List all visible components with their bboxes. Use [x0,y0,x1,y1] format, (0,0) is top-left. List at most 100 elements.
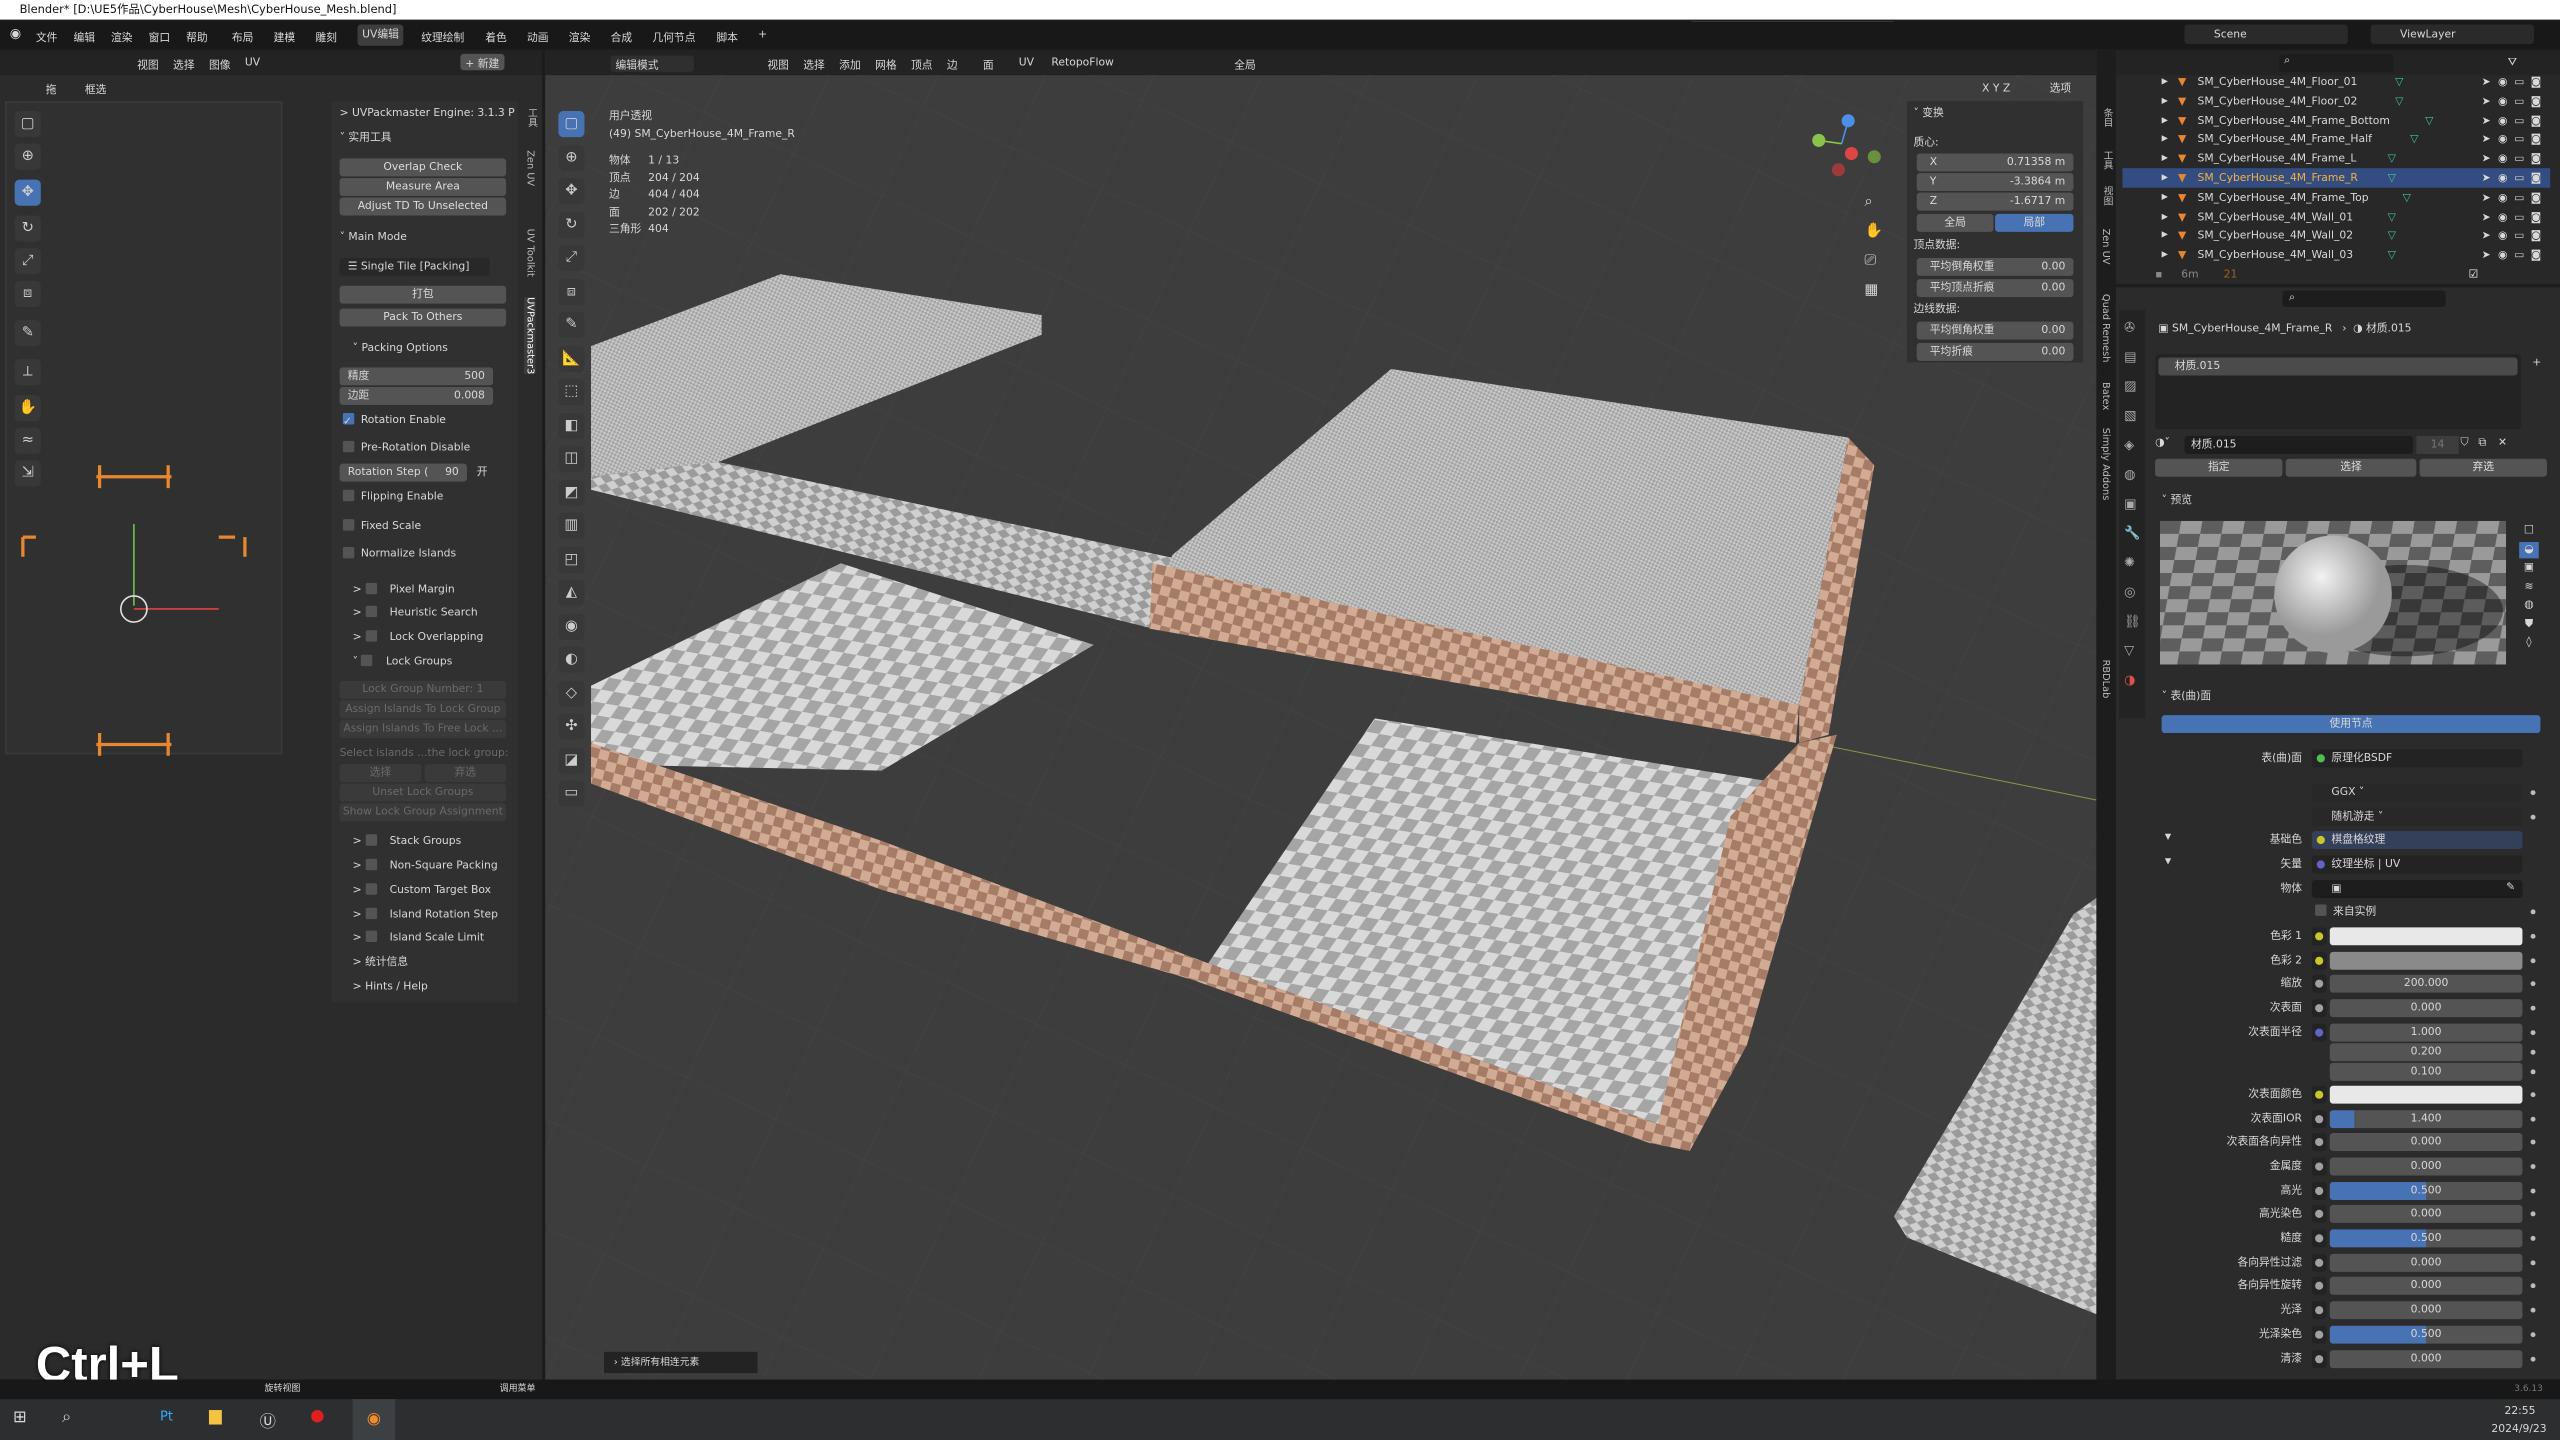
outliner-search[interactable]: ⌕ [2279,53,2394,72]
monitor-icon[interactable]: ▭ [2514,149,2524,169]
outliner-item-name[interactable]: SM_CyberHouse_4M_Floor_02 [2198,91,2358,111]
socket-dot-icon[interactable] [2315,1162,2324,1171]
mesh-data-icon[interactable]: ▽ [2395,72,2403,92]
heuristic-search-section[interactable]: > Heuristic Search [353,604,478,622]
prop-field-16[interactable]: 0.000 [2329,1301,2523,1320]
keyframe-dot-1[interactable] [2530,957,2536,963]
keyframe-dot-8[interactable] [2530,1115,2536,1121]
viewport-tool-6-icon[interactable]: ✎ [558,311,585,338]
outliner-item[interactable]: ▶ ▼ SM_CyberHouse_4M_Floor_02 ▽ ➤ ◉ ▭ ◙ [2122,91,2550,111]
filter-icon[interactable]: ⛛ [2508,56,2517,71]
lock-groups-section-toggle[interactable] [361,654,373,667]
viewport-tab-simply-addons[interactable]: Simply Addons [2100,428,2111,501]
prop-field-12[interactable]: 0.000 [2329,1205,2523,1224]
viewport-tool-4-icon[interactable]: ⤢ [558,244,585,272]
select-arrow-icon[interactable]: ➤ [2482,207,2491,227]
file-explorer-icon[interactable]: ▆ [209,1407,222,1425]
from-instancer-checkbox[interactable]: 来自实例 [2315,903,2376,921]
hints-section[interactable]: > Hints / Help [353,978,428,996]
monitor-icon[interactable]: ▭ [2514,207,2524,227]
outliner-item-name[interactable]: SM_CyberHouse_4M_Frame_L [2198,149,2357,169]
viewport-tool-19-icon[interactable]: ◪ [558,746,585,774]
select-button[interactable]: 选择 [2285,458,2417,477]
prop-field-17[interactable]: 0.500 [2329,1325,2523,1344]
camera-icon[interactable]: ◙ [2531,110,2541,130]
expand-arrow-icon[interactable]: ▶ [2162,245,2168,265]
sphere-preview-icon[interactable]: ◒ [2519,541,2539,558]
cursor-icon[interactable]: ⊕ [14,143,41,170]
camera-icon[interactable]: ◙ [2531,149,2541,169]
engine-header[interactable]: > UVPackmaster Engine: 3.1.3 P [340,104,515,122]
select-arrow-icon[interactable]: ➤ [2482,110,2491,130]
flipping-checkbox[interactable]: Flipping Enable [342,488,443,506]
viewport-tab-item[interactable]: 条目 [2100,108,2115,128]
outliner-item-name[interactable]: SM_CyberHouse_4M_Floor_01 [2198,72,2358,92]
fixed-scale-checkbox[interactable]: Fixed Scale [342,518,421,536]
viewport-menu-2[interactable]: 添加 [839,56,861,72]
mesh-data-icon[interactable]: ▽ [2388,245,2396,265]
margin-field[interactable]: 边距 0.008 [339,386,494,405]
non-square-section-toggle[interactable] [365,858,377,871]
expand-arrow-icon[interactable]: ▶ [2162,130,2168,150]
select-arrow-icon[interactable]: ➤ [2482,226,2491,246]
camera-icon[interactable]: ◙ [2531,130,2541,150]
socket-dot-icon[interactable] [2315,1090,2324,1099]
prop-field-14[interactable]: 0.000 [2329,1253,2523,1272]
stats-section[interactable]: > 统计信息 [353,953,409,971]
material-slot[interactable]: 材质.015 [2158,357,2518,376]
rip-icon[interactable]: ⟂ [14,359,41,386]
camera-view-icon[interactable]: ⎚ [1864,253,1876,269]
outliner-item-name[interactable]: SM_CyberHouse_4M_Frame_R [2198,168,2358,188]
socket-dot-icon[interactable] [2315,1330,2324,1339]
socket-dot-icon[interactable] [2315,932,2324,941]
socket-12[interactable] [2311,1205,2327,1224]
windows-start-icon[interactable]: ⊞ [13,1409,27,1427]
collection-checkbox[interactable]: ☑ [2469,264,2479,284]
prop-field-11[interactable]: 0.500 [2329,1181,2523,1200]
pre-rotation-box[interactable] [342,440,355,453]
prop-base-color[interactable]: 棋盘格纹理 [2311,831,2523,849]
prop-field-2[interactable]: 200.000 [2329,975,2523,994]
eye-icon[interactable]: ◉ [2498,91,2507,111]
mesh-data-icon[interactable]: ▽ [2388,149,2396,169]
assign-free-button[interactable]: Assign Islands To Free Lock ... [339,719,507,738]
viewport-tool-2-icon[interactable]: ✥ [558,177,585,205]
pack-button[interactable]: 打包 [339,285,507,304]
prop-field-15[interactable]: 0.000 [2329,1277,2523,1296]
mesh-data-icon[interactable]: ▽ [2410,130,2418,150]
prop-distribution[interactable]: GGX ˅ [2311,783,2523,802]
keyframe-dot-13[interactable] [2530,1235,2536,1241]
socket-11[interactable] [2311,1181,2327,1200]
prop-vector[interactable]: 纹理坐标 | UV [2311,855,2523,874]
viewport-tool-11-icon[interactable]: ◩ [558,479,585,506]
mode-dropdown[interactable]: 编辑模式 [610,55,695,72]
utilities-section[interactable]: ˅ 实用工具 [340,129,392,147]
eyedropper-icon[interactable]: ✎ [2506,880,2515,893]
options-menu[interactable]: 选项 [2050,82,2072,95]
viewport-tool-0-icon[interactable]: ▢ [558,111,585,138]
socket-dot-icon[interactable] [2315,1138,2324,1147]
rotation-enable-checkbox[interactable]: ✓ Rotation Enable [342,411,446,429]
viewport-tool-7-icon[interactable]: 📐 [558,345,585,372]
breadcrumb-material[interactable]: 材质.015 [2366,322,2412,335]
socket-7[interactable] [2311,1085,2327,1104]
island-scale-section-toggle[interactable] [365,930,377,943]
ortho-grid-icon[interactable]: ▦ [1864,282,1878,298]
outliner-item[interactable]: ▶ ▼ SM_CyberHouse_4M_Floor_01 ▽ ➤ ◉ ▭ ◙ [2122,72,2550,92]
monitor-icon[interactable]: ▭ [2514,226,2524,246]
rotate-icon[interactable]: ↻ [14,215,41,242]
pan-hand-icon[interactable]: ✋ [1864,224,1882,240]
island-scale-section[interactable]: > Island Scale Limit [353,929,484,947]
field-e-bevel[interactable]: 平均倒角权重 0.00 [1916,321,2074,340]
socket-dot-icon[interactable] [2315,1234,2324,1243]
field-y[interactable]: Y -3.3864 m [1916,173,2074,192]
prop-field-0[interactable] [2329,927,2523,946]
viewport-tab-item[interactable]: 视图 [2100,186,2115,206]
heuristic-search-section-toggle[interactable] [365,605,377,618]
viewport-tool-14-icon[interactable]: ◭ [558,579,585,606]
mesh-data-icon[interactable]: ▽ [2425,110,2433,130]
orientation-dropdown[interactable]: 全局 [1234,56,1256,72]
camera-icon[interactable]: ◙ [2531,91,2541,111]
material-users[interactable]: 14 [2416,435,2459,454]
prop-field-8[interactable]: 1.400 [2329,1109,2523,1128]
